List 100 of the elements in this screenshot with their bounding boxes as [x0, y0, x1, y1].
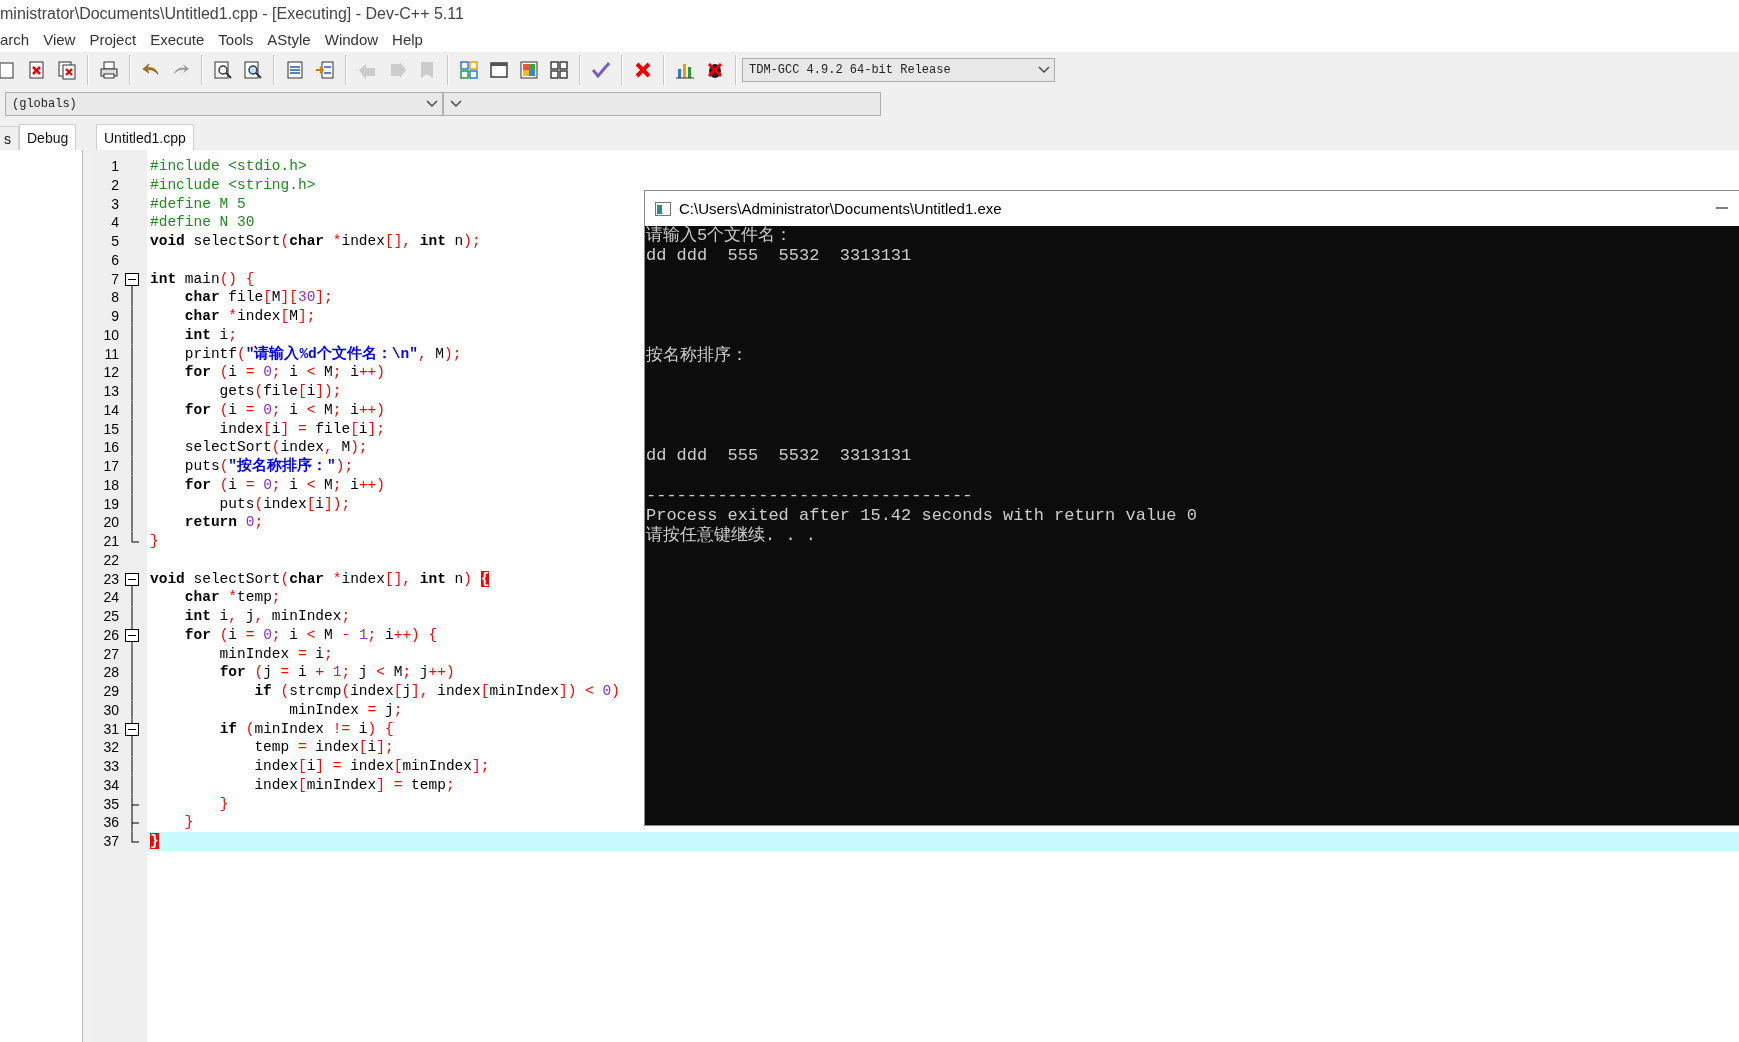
line-number: 30 [102, 700, 120, 720]
line-number: 21 [102, 532, 120, 551]
line-number: 3 [110, 194, 120, 214]
console-output-line: -------------------------------- [646, 486, 973, 505]
code-line: puts("按名称排序："); [183, 458, 354, 474]
line-number: 9 [110, 307, 120, 326]
line-number: 16 [102, 438, 120, 457]
line-number: 24 [102, 588, 120, 607]
window-title: ministrator\Documents\Untitled1.cpp - [Executing] - Dev-C++ 5.11 [0, 4, 464, 23]
line-number: 37 [102, 832, 120, 851]
code-line: printf("请输入%d个文件名：\n", M); [183, 345, 462, 362]
code-line: index[i] = file[i]; [218, 420, 385, 437]
line-number: 25 [102, 607, 120, 626]
line-number: 23 [102, 569, 120, 589]
code-line: for (i = 0; i < M; i++) [183, 476, 385, 493]
line-number: 22 [102, 550, 120, 570]
line-number: 2 [110, 175, 120, 195]
code-line: #define M 5 [150, 195, 246, 212]
line-number: 1 [110, 157, 120, 176]
code-line: int i; [183, 326, 238, 343]
code-line: puts(index[i]); [218, 495, 351, 512]
line-number: 33 [102, 757, 120, 776]
code-line: for (i = 0; i < M - 1; i++) { [183, 626, 438, 643]
line-number: 19 [102, 494, 120, 514]
line-number: 11 [103, 344, 120, 364]
line-number: 5 [110, 232, 120, 251]
line-number: 10 [102, 325, 120, 345]
code-line: index[minIndex] = temp; [253, 776, 455, 793]
code-line: if (minIndex != i) { [218, 720, 394, 737]
code-line: int main() { [150, 270, 255, 287]
line-number: 14 [102, 400, 120, 420]
class-select[interactable]: (globals) [5, 92, 443, 116]
code-line: minIndex = i; [218, 645, 333, 662]
panel-tab[interactable]: Debug [19, 124, 77, 150]
line-number: 20 [102, 513, 120, 532]
line-number: 4 [110, 213, 120, 232]
menu-item[interactable]: Window [324, 31, 379, 48]
panel-tab[interactable]: s [0, 126, 19, 150]
line-number: 34 [102, 775, 120, 795]
code-line: #include <stdio.h> [150, 158, 307, 174]
code-line: char*index[M]; [183, 308, 316, 324]
line-number: 28 [102, 663, 120, 682]
line-number: 27 [102, 644, 120, 664]
line-number: 7 [110, 269, 120, 289]
line-number: 32 [102, 738, 120, 757]
code-line: index[i] = index[minIndex]; [253, 758, 490, 774]
code-line: } [183, 814, 194, 831]
code-line: #define N 30 [150, 214, 255, 231]
console-output-line: dd ddd 555 5532 3313131 [646, 246, 912, 265]
fold-minus-icon[interactable] [124, 625, 140, 645]
menu-item[interactable]: arch [0, 31, 30, 48]
code-line: for (i = 0; i < M; i++) [183, 401, 385, 418]
code-line: for (j = i + 1; j < M; j++) [218, 664, 455, 681]
console-output-line: dd ddd 555 5532 3313131 [646, 446, 912, 465]
line-number: 8 [110, 288, 120, 307]
fold-end-icon [131, 532, 140, 543]
menu-item[interactable]: Tools [218, 31, 254, 48]
chevron-down-icon [1038, 66, 1050, 74]
menu-item[interactable]: Help [392, 31, 423, 48]
fold-end-icon [131, 794, 140, 814]
console-output-line: Process exited after 15.42 seconds with return value 0 [646, 506, 1197, 525]
line-number: 17 [102, 457, 120, 476]
menu-item[interactable]: View [43, 31, 76, 48]
code-line: int i, j, minIndex; [183, 608, 351, 624]
code-line: char file[M][30]; [183, 289, 333, 306]
line-number: 15 [102, 419, 120, 439]
code-line: void selectSort(char *index[], int n) { [150, 570, 490, 587]
menu-item[interactable]: AStyle [267, 31, 311, 48]
line-number: 12 [102, 363, 120, 382]
code-line: for (i = 0; i < M; i++) [183, 364, 385, 381]
code-line: char*temp; [183, 589, 281, 606]
line-number: 6 [110, 250, 120, 270]
line-number: 13 [102, 382, 120, 401]
code-line: selectSort(index, M); [183, 439, 368, 456]
file-tab[interactable]: Untitled1.cpp [96, 124, 194, 150]
console-app-icon [655, 201, 671, 216]
code-line: if (strcmp(index[j], index[minIndex]) < 0) [253, 683, 620, 699]
console-output-line: 按名称排序： [646, 346, 748, 365]
code-line: } [218, 795, 229, 812]
line-number: 35 [102, 794, 120, 814]
code-line: void selectSort(char *index[], int n); [150, 233, 481, 249]
console-output-line: 请输入5个文件名： [646, 226, 793, 245]
code-line: gets(file[i]); [218, 383, 342, 399]
line-number: 18 [102, 475, 120, 495]
console-output-line: 请按任意键继续. . . [646, 526, 816, 545]
code-line: } [150, 533, 159, 549]
code-line: minIndex = j; [288, 701, 403, 718]
menu-item[interactable]: Execute [150, 31, 205, 48]
line-number: 36 [102, 813, 120, 832]
code-line: return 0; [183, 514, 264, 531]
console-title: C:\Users\Administrator\Documents\Untitled1.exe [679, 200, 1002, 217]
code-line: temp = index[i]; [253, 739, 394, 756]
menu-item[interactable]: Project [89, 31, 137, 48]
line-number: 29 [102, 682, 120, 701]
line-number: 26 [102, 625, 120, 645]
compiler-select[interactable]: TDM-GCC 4.9.2 64-bit Release [742, 58, 1055, 82]
line-number: 31 [102, 719, 120, 739]
code-line: #include <string.h> [150, 176, 316, 193]
chevron-down-icon [426, 100, 438, 108]
fold-minus-icon[interactable] [124, 719, 140, 739]
